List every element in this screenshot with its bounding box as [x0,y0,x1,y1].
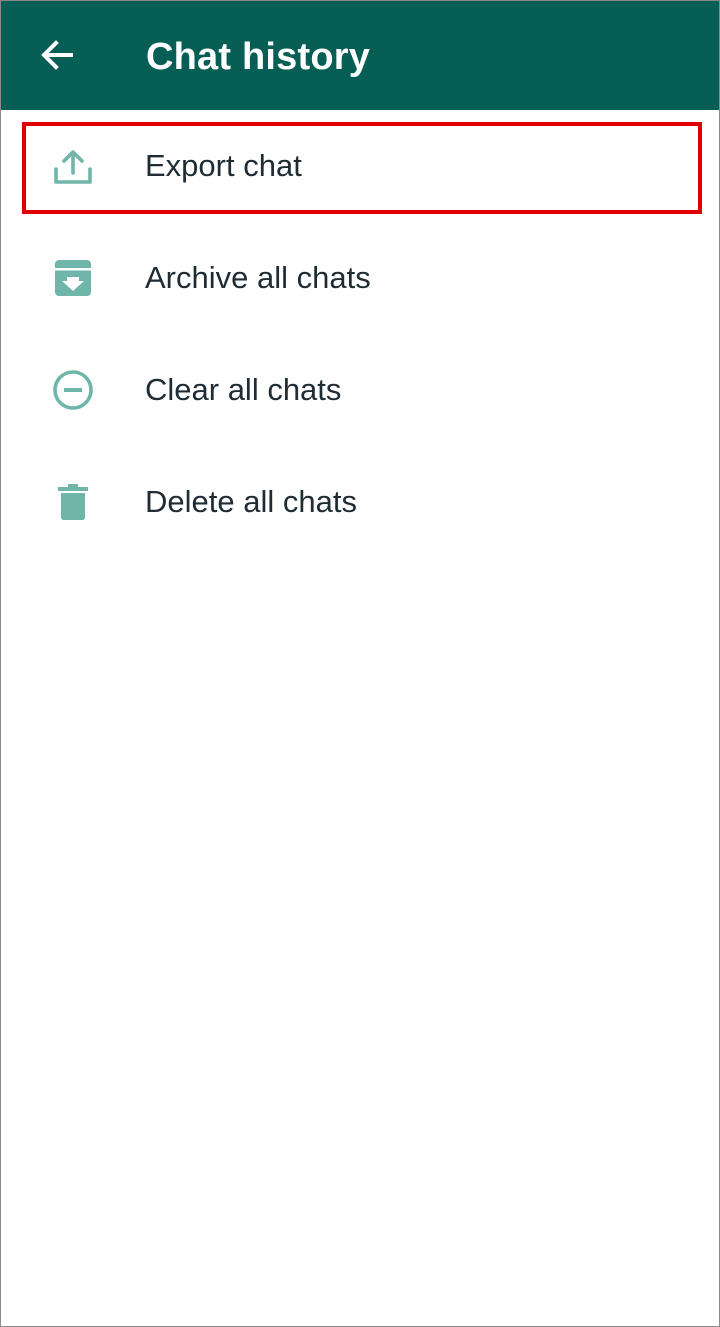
page-title: Chat history [146,36,371,78]
export-upload-icon [49,144,97,188]
menu-item-label: Export chat [145,148,302,183]
minus-circle-icon [49,368,97,412]
menu-item-label: Delete all chats [145,484,357,519]
menu-item-export-chat[interactable]: Export chat [1,110,719,222]
menu-item-delete-all-chats[interactable]: Delete all chats [1,446,719,558]
app-bar: Chat history [1,1,719,110]
menu-item-clear-all-chats[interactable]: Clear all chats [1,334,719,446]
trash-can-icon [49,480,97,524]
arrow-left-icon [41,40,73,70]
menu-item-label: Archive all chats [145,260,371,295]
menu-item-label: Clear all chats [145,372,342,407]
chat-history-menu: Export chat Archive all chats Clear all … [1,110,719,558]
back-button[interactable] [25,23,89,87]
archive-box-icon [49,256,97,300]
menu-item-archive-all-chats[interactable]: Archive all chats [1,222,719,334]
